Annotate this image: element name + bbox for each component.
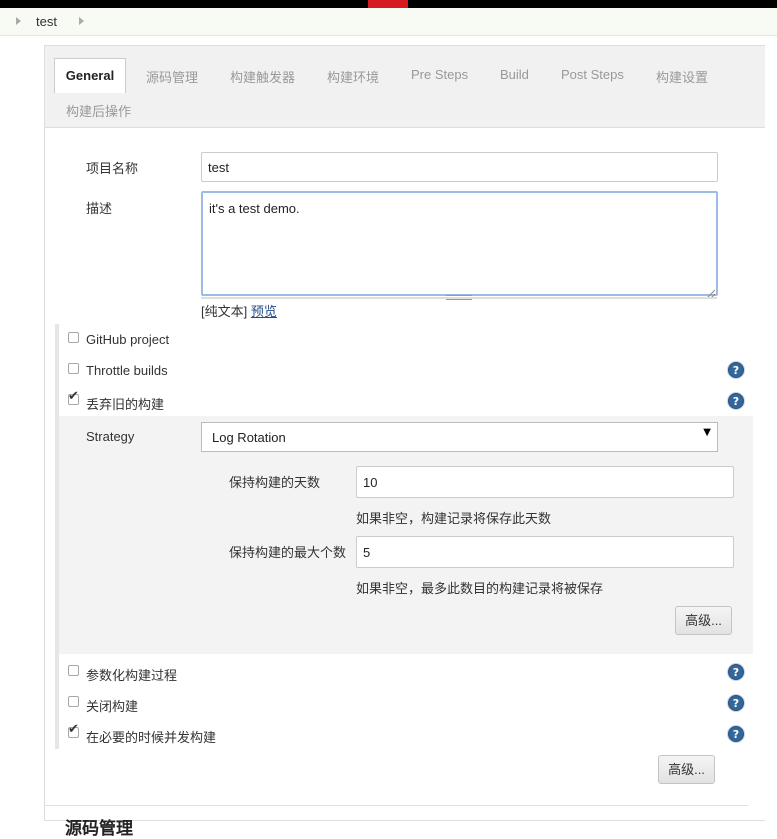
- concurrent-build-help-icon[interactable]: ?: [728, 726, 744, 742]
- tab-post-build-actions[interactable]: 构建后操作: [66, 101, 131, 120]
- parameterized-help-icon[interactable]: ?: [728, 664, 744, 680]
- github-project-checkbox[interactable]: [68, 332, 79, 343]
- section-separator: [45, 805, 748, 806]
- max-builds-hint: 如果非空，最多此数目的构建记录将被保存: [356, 581, 604, 596]
- help-glyph: ?: [732, 395, 740, 408]
- header-accent: [368, 0, 408, 8]
- check-icon: ✔: [68, 389, 79, 404]
- discard-settings-panel: Strategy Log Rotation ▼ 保持构建的天数 如果非空，构建记…: [59, 416, 753, 654]
- tab-build-settings[interactable]: 构建设置: [656, 67, 708, 86]
- strategy-label: Strategy: [86, 429, 135, 444]
- discard-old-builds-checkbox[interactable]: ✔: [68, 390, 79, 405]
- tab-build-environment[interactable]: 构建环境: [327, 67, 379, 86]
- breadcrumb-arrow-icon: [16, 17, 21, 25]
- resize-corner-icon[interactable]: [706, 286, 716, 299]
- disable-build-label: 关闭构建: [86, 699, 139, 714]
- parameterized-checkbox[interactable]: [68, 665, 79, 676]
- breadcrumb: test: [0, 8, 777, 36]
- max-builds-input[interactable]: [356, 536, 734, 568]
- tab-build[interactable]: Build: [500, 67, 529, 82]
- discard-old-builds-help-icon[interactable]: ?: [728, 393, 744, 409]
- job-config-panel: General 源码管理 构建触发器 构建环境 Pre Steps Build …: [44, 45, 765, 838]
- concurrent-build-checkbox[interactable]: ✔: [68, 723, 79, 738]
- source-code-section-heading: 源码管理: [65, 819, 133, 838]
- days-to-keep-input[interactable]: [356, 466, 734, 498]
- discard-old-builds-label: 丢弃旧的构建: [86, 397, 165, 412]
- strategy-selected-value: Log Rotation: [212, 430, 286, 445]
- disable-build-checkbox[interactable]: [68, 696, 79, 707]
- config-tab-bar: General 源码管理 构建触发器 构建环境 Pre Steps Build …: [45, 46, 765, 128]
- strategy-select[interactable]: Log Rotation ▼: [201, 422, 718, 452]
- discard-advanced-button[interactable]: 高级...: [675, 606, 732, 635]
- breadcrumb-item-test[interactable]: test: [36, 14, 57, 29]
- github-project-label: GitHub project: [86, 332, 170, 347]
- tab-source-code[interactable]: 源码管理: [146, 67, 198, 86]
- chevron-down-icon: ▼: [703, 427, 711, 438]
- days-to-keep-hint: 如果非空，构建记录将保存此天数: [356, 511, 552, 526]
- top-header-bar: [0, 0, 777, 8]
- tab-general[interactable]: General: [54, 58, 126, 93]
- plain-text-note: [纯文本] 预览: [201, 301, 277, 320]
- tab-pre-steps[interactable]: Pre Steps: [411, 67, 468, 82]
- help-glyph: ?: [732, 666, 740, 679]
- days-to-keep-label: 保持构建的天数: [229, 475, 321, 490]
- disable-build-help-icon[interactable]: ?: [728, 695, 744, 711]
- breadcrumb-dropdown-arrow-icon[interactable]: [79, 17, 84, 25]
- plain-text-prefix: [纯文本]: [201, 304, 248, 319]
- concurrent-build-label: 在必要的时候并发构建: [86, 730, 217, 745]
- throttle-builds-checkbox[interactable]: [68, 363, 79, 374]
- max-builds-label: 保持构建的最大个数: [229, 545, 347, 560]
- general-advanced-button[interactable]: 高级...: [658, 755, 715, 784]
- parameterized-label: 参数化构建过程: [86, 668, 178, 683]
- tab-build-triggers[interactable]: 构建触发器: [230, 67, 295, 86]
- project-name-label: 项目名称: [86, 161, 139, 176]
- throttle-builds-label: Throttle builds: [86, 363, 168, 378]
- drag-grip-icon[interactable]: [446, 295, 472, 300]
- throttle-builds-help-icon[interactable]: ?: [728, 362, 744, 378]
- preview-link[interactable]: 预览: [251, 304, 277, 319]
- project-name-input[interactable]: [201, 152, 718, 182]
- description-textarea[interactable]: it's a test demo.: [201, 191, 718, 296]
- check-icon: ✔: [68, 722, 79, 737]
- help-glyph: ?: [732, 697, 740, 710]
- description-label: 描述: [86, 201, 113, 216]
- help-glyph: ?: [732, 728, 740, 741]
- tab-post-steps[interactable]: Post Steps: [561, 67, 624, 82]
- help-glyph: ?: [732, 364, 740, 377]
